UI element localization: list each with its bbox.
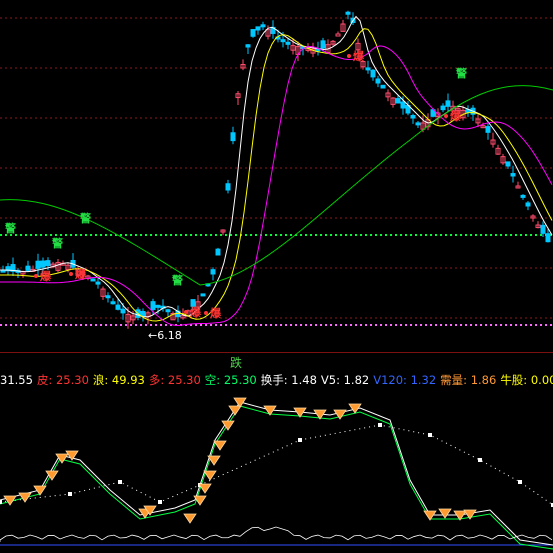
candle-body <box>280 39 286 43</box>
burst-dot <box>204 311 208 315</box>
candle-body <box>140 310 146 317</box>
burst-dot <box>69 272 73 276</box>
candle-body <box>380 84 386 89</box>
triangle-marker <box>33 485 47 496</box>
candle-body <box>105 295 111 299</box>
triangle-marker <box>18 492 32 503</box>
indicator-0: 31.55 <box>0 373 33 387</box>
indicator-7: V120: 1.32 <box>373 373 437 387</box>
triangle-marker <box>228 405 242 416</box>
low-price-marker: ←6.18 <box>148 329 182 342</box>
candle-body <box>365 67 371 71</box>
candle-body <box>35 260 41 269</box>
indicator-4: 空: 25.30 <box>204 373 257 387</box>
candle-body <box>95 281 101 285</box>
candle-body <box>540 224 546 234</box>
burst-marker: 爆 <box>450 109 462 123</box>
candle-body <box>440 105 446 111</box>
price-chart-panel[interactable]: 警警警警警爆爆爆爆爆爆 ←6.18 <box>0 0 553 352</box>
indicator-1: 皮: 25.30 <box>36 373 89 387</box>
panel-divider <box>0 352 553 353</box>
candle-body <box>115 304 121 310</box>
candle-body <box>250 29 256 37</box>
candle-body <box>520 194 526 198</box>
oscillator-fast <box>0 401 553 546</box>
burst-marker: 爆 <box>210 306 222 320</box>
candle-body <box>215 248 221 256</box>
indicator-chart-panel[interactable] <box>0 390 553 553</box>
warn-marker: 警 <box>455 66 467 80</box>
candle-body <box>395 98 401 104</box>
candle-body <box>375 78 381 84</box>
indicator-values-bar: 31.55 皮: 25.30 浪: 49.93 多: 25.30 空: 25.30 换手:… <box>0 372 553 389</box>
candle-body <box>200 293 206 297</box>
burst-dot <box>444 114 448 118</box>
candle-body <box>25 265 31 271</box>
trend-point <box>298 438 302 442</box>
triangle-marker <box>221 420 235 431</box>
candle-body <box>545 233 551 243</box>
burst-dot <box>34 274 38 278</box>
candle-body <box>230 132 236 142</box>
indicator-6: V5: 1.82 <box>320 373 370 387</box>
burst-dot <box>184 310 188 314</box>
ma-longest-line <box>0 85 553 286</box>
triangle-marker <box>213 440 227 451</box>
indicator-9: 牛股: 0.00 <box>500 373 553 387</box>
candle-body <box>245 44 251 48</box>
candle-body <box>345 11 351 15</box>
candle-body <box>410 115 416 119</box>
candle-body <box>510 173 516 177</box>
candle-body <box>210 269 216 275</box>
candle-body <box>525 202 531 207</box>
indicator-5: 换手: 1.48 <box>260 373 317 387</box>
trend-line <box>0 424 553 506</box>
volume-line <box>0 526 553 542</box>
oscillator-chart <box>0 397 553 550</box>
candlestick-chart: 警警警警警爆 爆爆 爆爆爆←6.18 <box>0 10 553 342</box>
candle-body <box>110 301 116 305</box>
triangle-marker <box>438 508 452 519</box>
candle-body <box>40 260 46 268</box>
indicator-3: 多: 25.30 <box>148 373 201 387</box>
candle-body <box>445 100 451 107</box>
warn-marker: 警 <box>4 221 16 235</box>
ma-long-line <box>0 45 553 327</box>
burst-marker: 爆 <box>190 305 202 319</box>
candle-body <box>120 308 126 314</box>
candle-body <box>255 26 261 31</box>
signal-label: 跌 <box>230 356 243 370</box>
triangle-marker <box>183 513 197 524</box>
candle-body <box>285 41 291 45</box>
candle-body <box>505 161 511 167</box>
candle-body <box>165 309 171 313</box>
trend-point <box>158 500 162 504</box>
candle-body <box>320 40 326 49</box>
candle-body <box>260 24 266 28</box>
candle-body <box>155 304 161 308</box>
warn-marker: 警 <box>79 211 91 225</box>
trend-point <box>378 423 382 427</box>
candle-body <box>400 101 406 109</box>
indicator-8: 需量: 1.86 <box>440 373 497 387</box>
warn-marker: 警 <box>171 273 183 287</box>
candle-body <box>335 33 341 37</box>
warn-marker: 警 <box>51 236 63 250</box>
triangle-marker <box>198 483 212 494</box>
candle-body <box>45 260 51 267</box>
trend-point <box>478 458 482 462</box>
indicator-2: 浪: 49.93 <box>92 373 145 387</box>
burst-marker: 爆 <box>353 49 365 63</box>
burst-marker: 爆 <box>75 267 87 281</box>
burst-dot <box>347 54 351 58</box>
candle-body <box>415 122 421 126</box>
burst-marker: 爆 <box>40 269 52 283</box>
candle-body <box>225 183 231 191</box>
candle-body <box>90 278 96 282</box>
candle-body <box>485 126 491 133</box>
candle-body <box>370 69 376 78</box>
candle-body <box>150 301 156 311</box>
